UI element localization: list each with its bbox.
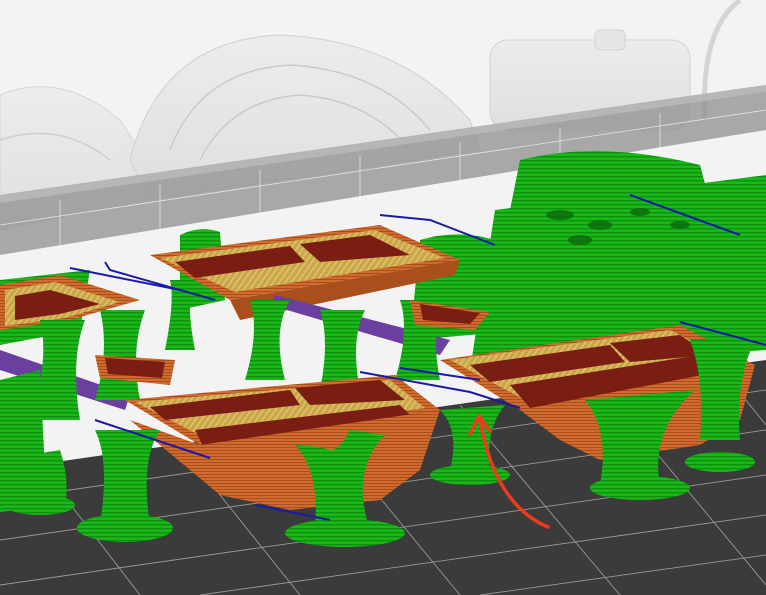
gcode-3d-scene[interactable] [0,0,766,595]
gcode-preview-viewport[interactable] [0,0,766,595]
